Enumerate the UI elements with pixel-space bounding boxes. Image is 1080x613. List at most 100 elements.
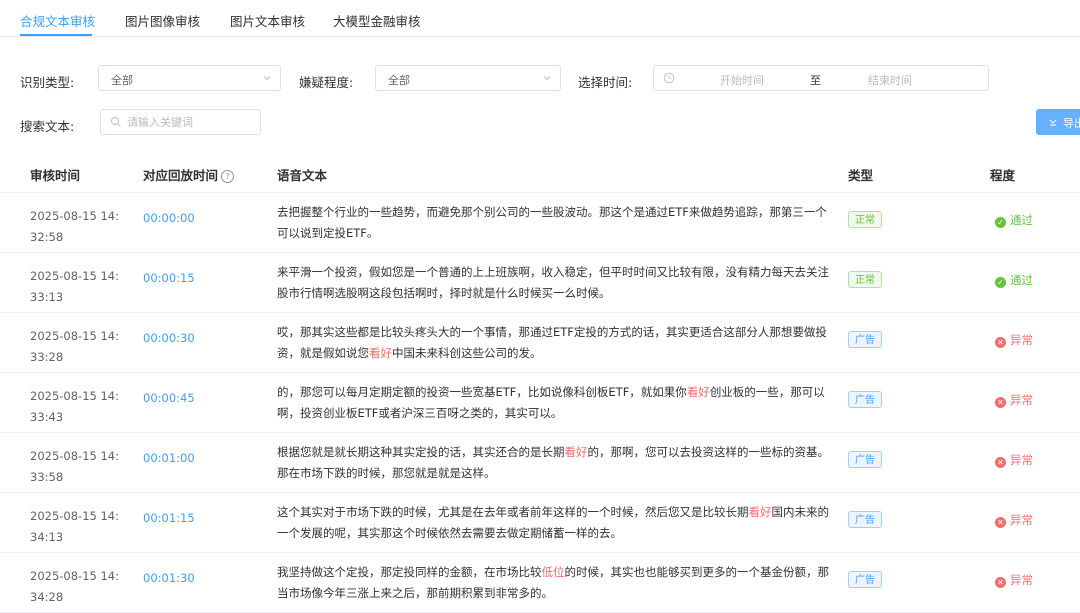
table-row: 2025-08-15 14:33:58 00:01:00 根据您就是就长期这种其实定… (0, 433, 1080, 493)
playback-time-link[interactable]: 00:00:15 (143, 271, 195, 285)
speech-text-segment: 哎，那其实这些都是比较头疼头大的一个事情，那通过ETF定投的方式的话，其实更适合… (277, 325, 827, 360)
type-tag: 正常 (848, 211, 882, 228)
level-status: ✕ 异常 (995, 392, 1033, 408)
type-tag: 广告 (848, 331, 882, 348)
export-button-label: 导出 (1063, 117, 1080, 130)
tab-llm-finance-review[interactable]: 大模型金融审核 (333, 11, 421, 30)
speech-text-segment: 的，那您可以每月定期定额的投资一些宽基ETF，比如说像科创板ETF，就如果你 (277, 385, 687, 399)
severity-select[interactable]: 全部 (375, 65, 561, 91)
time-label: 选择时间: (578, 75, 633, 90)
review-tabs: 合规文本审核 图片图像审核 图片文本审核 大模型金融审核 (0, 0, 1080, 37)
flagged-keyword: 看好 (686, 385, 710, 399)
range-separator: 至 (810, 74, 821, 87)
category-label: 识别类型: (20, 75, 75, 90)
type-tag: 广告 (848, 391, 882, 408)
table-row: 2025-08-15 14:34:28 00:01:30 我坚持做这个定投，那定投同… (0, 553, 1080, 613)
severity-select-value: 全部 (388, 74, 410, 87)
search-label: 搜索文本: (20, 119, 75, 134)
level-label: 异常 (1010, 453, 1033, 467)
playback-time-link[interactable]: 00:00:00 (143, 211, 195, 225)
review-time-cell: 2025-08-15 14:33:13 (30, 269, 119, 304)
tab-image-text-review[interactable]: 图片文本审核 (230, 11, 305, 30)
speech-text-segment: 我坚持做这个定投，那定投同样的金额，在市场比较 (277, 565, 542, 579)
keyword-search-input[interactable] (127, 113, 252, 131)
playback-time-link[interactable]: 00:00:30 (143, 331, 195, 345)
speech-text-cell: 哎，那其实这些都是比较头疼头大的一个事情，那通过ETF定投的方式的话，其实更适合… (277, 322, 832, 364)
review-time-cell: 2025-08-15 14:33:58 (30, 449, 119, 484)
level-status: ✕ 异常 (995, 512, 1033, 528)
active-tab-indicator (20, 34, 92, 36)
table-row: 2025-08-15 14:33:13 00:00:15 来平滑一个投资，假如您是一… (0, 253, 1080, 313)
table-row: 2025-08-15 14:33:43 00:00:45 的，那您可以每月定期定额的… (0, 373, 1080, 433)
start-time-input[interactable]: 开始时间 (720, 72, 764, 88)
level-status: ✓ 通过 (995, 212, 1033, 228)
close-circle-icon: ✕ (995, 397, 1006, 408)
flagged-keyword: 低位 (541, 565, 565, 579)
search-icon (110, 116, 121, 127)
question-icon[interactable]: ? (221, 170, 235, 183)
speech-text-cell: 去把握整个行业的一些趋势，而避免那个别公司的一些股波动。那这个是通过ETF来做趋… (277, 202, 832, 244)
keyword-search-field[interactable] (100, 109, 261, 135)
review-time-cell: 2025-08-15 14:33:43 (30, 389, 119, 424)
review-time-cell: 2025-08-15 14:33:28 (30, 329, 119, 364)
playback-time-link[interactable]: 00:01:30 (143, 571, 195, 585)
category-select[interactable]: 全部 (98, 65, 281, 91)
level-status: ✕ 异常 (995, 332, 1033, 348)
table-row: 2025-08-15 14:34:13 00:01:15 这个其实对于市场下跌的时候… (0, 493, 1080, 553)
chevron-down-icon (543, 76, 551, 81)
table-row: 2025-08-15 14:32:58 00:00:00 去把握整个行业的一些趋势，… (0, 193, 1080, 253)
header-review-time: 审核时间 (30, 168, 81, 183)
speech-text-segment: 来平滑一个投资，假如您是一个普通的上上班族啊，收入稳定，但平时时间又比较有限，没… (277, 265, 829, 300)
close-circle-icon: ✕ (995, 337, 1006, 348)
level-label: 异常 (1010, 573, 1033, 587)
speech-text-cell: 我坚持做这个定投，那定投同样的金额，在市场比较低位的时候，其实也也能够买到更多的… (277, 562, 832, 604)
level-label: 异常 (1010, 393, 1033, 407)
check-circle-icon: ✓ (995, 217, 1006, 228)
category-select-value: 全部 (111, 74, 133, 87)
speech-text-segment: 去把握整个行业的一些趋势，而避免那个别公司的一些股波动。那这个是通过ETF来做趋… (277, 205, 827, 240)
type-tag: 广告 (848, 451, 882, 468)
severity-label: 嫌疑程度: (299, 75, 354, 90)
review-time-cell: 2025-08-15 14:34:13 (30, 509, 119, 544)
level-label: 通过 (1010, 273, 1033, 287)
table-row: 2025-08-15 14:33:28 00:00:30 哎，那其实这些都是比较头疼… (0, 313, 1080, 373)
clock-icon (663, 72, 675, 84)
level-status: ✕ 异常 (995, 572, 1033, 588)
speech-text-cell: 来平滑一个投资，假如您是一个普通的上上班族啊，收入稳定，但平时时间又比较有限，没… (277, 262, 832, 304)
review-time-cell: 2025-08-15 14:32:58 (30, 209, 119, 244)
header-speech-text: 语音文本 (277, 168, 328, 183)
speech-text-cell: 根据您就是就长期这种其实定投的话，其实还合的是长期看好的，那啊，您可以去投资这样… (277, 442, 832, 484)
speech-text-cell: 的，那您可以每月定期定额的投资一些宽基ETF，比如说像科创板ETF，就如果你看好… (277, 382, 832, 424)
check-circle-icon: ✓ (995, 277, 1006, 288)
speech-text-cell: 这个其实对于市场下跌的时候，尤其是在去年或者前年这样的一个时候，然后您又是比较长… (277, 502, 832, 544)
header-playback-time-label: 对应回放时间 (143, 168, 219, 183)
type-tag: 广告 (848, 571, 882, 588)
tab-image-review[interactable]: 图片图像审核 (125, 11, 200, 30)
table-header: 审核时间 对应回放时间? 语音文本 类型 程度 (0, 152, 1080, 193)
level-status: ✓ 通过 (995, 272, 1033, 288)
type-tag: 正常 (848, 271, 882, 288)
chevron-down-icon (263, 76, 271, 81)
flagged-keyword: 看好 (564, 445, 588, 459)
playback-time-link[interactable]: 00:00:45 (143, 391, 195, 405)
flagged-keyword: 看好 (748, 505, 772, 519)
download-icon (1049, 119, 1057, 126)
speech-text-segment: 中国未来科创这些公司的发。 (392, 346, 542, 360)
speech-text-segment: 这个其实对于市场下跌的时候，尤其是在去年或者前年这样的一个时候，然后您又是比较长… (277, 505, 749, 519)
review-time-cell: 2025-08-15 14:34:28 (30, 569, 119, 604)
end-time-input[interactable]: 结束时间 (868, 72, 912, 88)
playback-time-link[interactable]: 00:01:00 (143, 451, 195, 465)
close-circle-icon: ✕ (995, 457, 1006, 468)
level-label: 异常 (1010, 513, 1033, 527)
playback-time-link[interactable]: 00:01:15 (143, 511, 195, 525)
header-level: 程度 (990, 168, 1016, 183)
type-tag: 广告 (848, 511, 882, 528)
header-playback-time: 对应回放时间? (143, 165, 235, 184)
header-type: 类型 (848, 168, 874, 183)
speech-text-segment: 根据您就是就长期这种其实定投的话，其实还合的是长期 (277, 445, 565, 459)
export-button[interactable]: 导出 (1036, 109, 1080, 135)
level-label: 异常 (1010, 333, 1033, 347)
date-range-picker[interactable]: 开始时间 至 结束时间 (653, 65, 989, 91)
tab-compliance-text-review[interactable]: 合规文本审核 (20, 11, 95, 30)
level-status: ✕ 异常 (995, 452, 1033, 468)
